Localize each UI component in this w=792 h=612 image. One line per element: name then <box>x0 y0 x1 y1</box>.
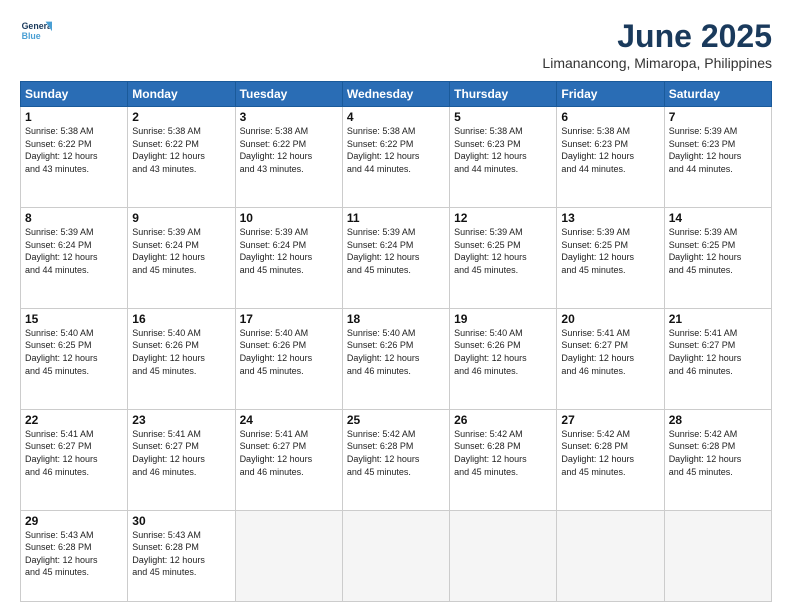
table-cell: 10 Sunrise: 5:39 AMSunset: 6:24 PMDaylig… <box>235 207 342 308</box>
table-cell: 4 Sunrise: 5:38 AMSunset: 6:22 PMDayligh… <box>342 107 449 208</box>
col-saturday: Saturday <box>664 82 771 107</box>
table-row: 29 Sunrise: 5:43 AMSunset: 6:28 PMDaylig… <box>21 510 772 601</box>
table-row: 1 Sunrise: 5:38 AMSunset: 6:22 PMDayligh… <box>21 107 772 208</box>
table-cell: 26 Sunrise: 5:42 AMSunset: 6:28 PMDaylig… <box>450 409 557 510</box>
table-cell: 5 Sunrise: 5:38 AMSunset: 6:23 PMDayligh… <box>450 107 557 208</box>
page: General Blue June 2025 Limanancong, Mima… <box>0 0 792 612</box>
table-cell: 12 Sunrise: 5:39 AMSunset: 6:25 PMDaylig… <box>450 207 557 308</box>
col-wednesday: Wednesday <box>342 82 449 107</box>
title-block: June 2025 Limanancong, Mimaropa, Philipp… <box>542 18 772 71</box>
table-cell: 19 Sunrise: 5:40 AMSunset: 6:26 PMDaylig… <box>450 308 557 409</box>
table-cell-empty <box>235 510 342 601</box>
table-cell: 15 Sunrise: 5:40 AMSunset: 6:25 PMDaylig… <box>21 308 128 409</box>
table-cell-empty <box>342 510 449 601</box>
table-cell: 2 Sunrise: 5:38 AMSunset: 6:22 PMDayligh… <box>128 107 235 208</box>
table-row: 22 Sunrise: 5:41 AMSunset: 6:27 PMDaylig… <box>21 409 772 510</box>
table-cell: 3 Sunrise: 5:38 AMSunset: 6:22 PMDayligh… <box>235 107 342 208</box>
table-cell: 1 Sunrise: 5:38 AMSunset: 6:22 PMDayligh… <box>21 107 128 208</box>
table-cell: 20 Sunrise: 5:41 AMSunset: 6:27 PMDaylig… <box>557 308 664 409</box>
table-cell-empty <box>450 510 557 601</box>
table-cell: 25 Sunrise: 5:42 AMSunset: 6:28 PMDaylig… <box>342 409 449 510</box>
table-cell: 17 Sunrise: 5:40 AMSunset: 6:26 PMDaylig… <box>235 308 342 409</box>
table-cell-empty <box>557 510 664 601</box>
header: General Blue June 2025 Limanancong, Mima… <box>20 18 772 71</box>
logo: General Blue <box>20 18 52 46</box>
col-monday: Monday <box>128 82 235 107</box>
month-title: June 2025 <box>542 18 772 55</box>
col-friday: Friday <box>557 82 664 107</box>
col-tuesday: Tuesday <box>235 82 342 107</box>
calendar-header-row: Sunday Monday Tuesday Wednesday Thursday… <box>21 82 772 107</box>
location: Limanancong, Mimaropa, Philippines <box>542 55 772 71</box>
table-cell-empty <box>664 510 771 601</box>
table-cell: 13 Sunrise: 5:39 AMSunset: 6:25 PMDaylig… <box>557 207 664 308</box>
table-cell: 14 Sunrise: 5:39 AMSunset: 6:25 PMDaylig… <box>664 207 771 308</box>
table-cell: 8 Sunrise: 5:39 AMSunset: 6:24 PMDayligh… <box>21 207 128 308</box>
table-cell: 30 Sunrise: 5:43 AMSunset: 6:28 PMDaylig… <box>128 510 235 601</box>
col-thursday: Thursday <box>450 82 557 107</box>
table-row: 8 Sunrise: 5:39 AMSunset: 6:24 PMDayligh… <box>21 207 772 308</box>
table-cell: 6 Sunrise: 5:38 AMSunset: 6:23 PMDayligh… <box>557 107 664 208</box>
table-cell: 9 Sunrise: 5:39 AMSunset: 6:24 PMDayligh… <box>128 207 235 308</box>
generalblue-logo-icon: General Blue <box>20 18 52 46</box>
table-row: 15 Sunrise: 5:40 AMSunset: 6:25 PMDaylig… <box>21 308 772 409</box>
table-cell: 21 Sunrise: 5:41 AMSunset: 6:27 PMDaylig… <box>664 308 771 409</box>
table-cell: 23 Sunrise: 5:41 AMSunset: 6:27 PMDaylig… <box>128 409 235 510</box>
table-cell: 28 Sunrise: 5:42 AMSunset: 6:28 PMDaylig… <box>664 409 771 510</box>
table-cell: 29 Sunrise: 5:43 AMSunset: 6:28 PMDaylig… <box>21 510 128 601</box>
col-sunday: Sunday <box>21 82 128 107</box>
table-cell: 11 Sunrise: 5:39 AMSunset: 6:24 PMDaylig… <box>342 207 449 308</box>
table-cell: 16 Sunrise: 5:40 AMSunset: 6:26 PMDaylig… <box>128 308 235 409</box>
table-cell: 24 Sunrise: 5:41 AMSunset: 6:27 PMDaylig… <box>235 409 342 510</box>
table-cell: 18 Sunrise: 5:40 AMSunset: 6:26 PMDaylig… <box>342 308 449 409</box>
table-cell: 22 Sunrise: 5:41 AMSunset: 6:27 PMDaylig… <box>21 409 128 510</box>
calendar-table: Sunday Monday Tuesday Wednesday Thursday… <box>20 81 772 602</box>
table-cell: 27 Sunrise: 5:42 AMSunset: 6:28 PMDaylig… <box>557 409 664 510</box>
svg-text:Blue: Blue <box>22 31 41 41</box>
table-cell: 7 Sunrise: 5:39 AMSunset: 6:23 PMDayligh… <box>664 107 771 208</box>
